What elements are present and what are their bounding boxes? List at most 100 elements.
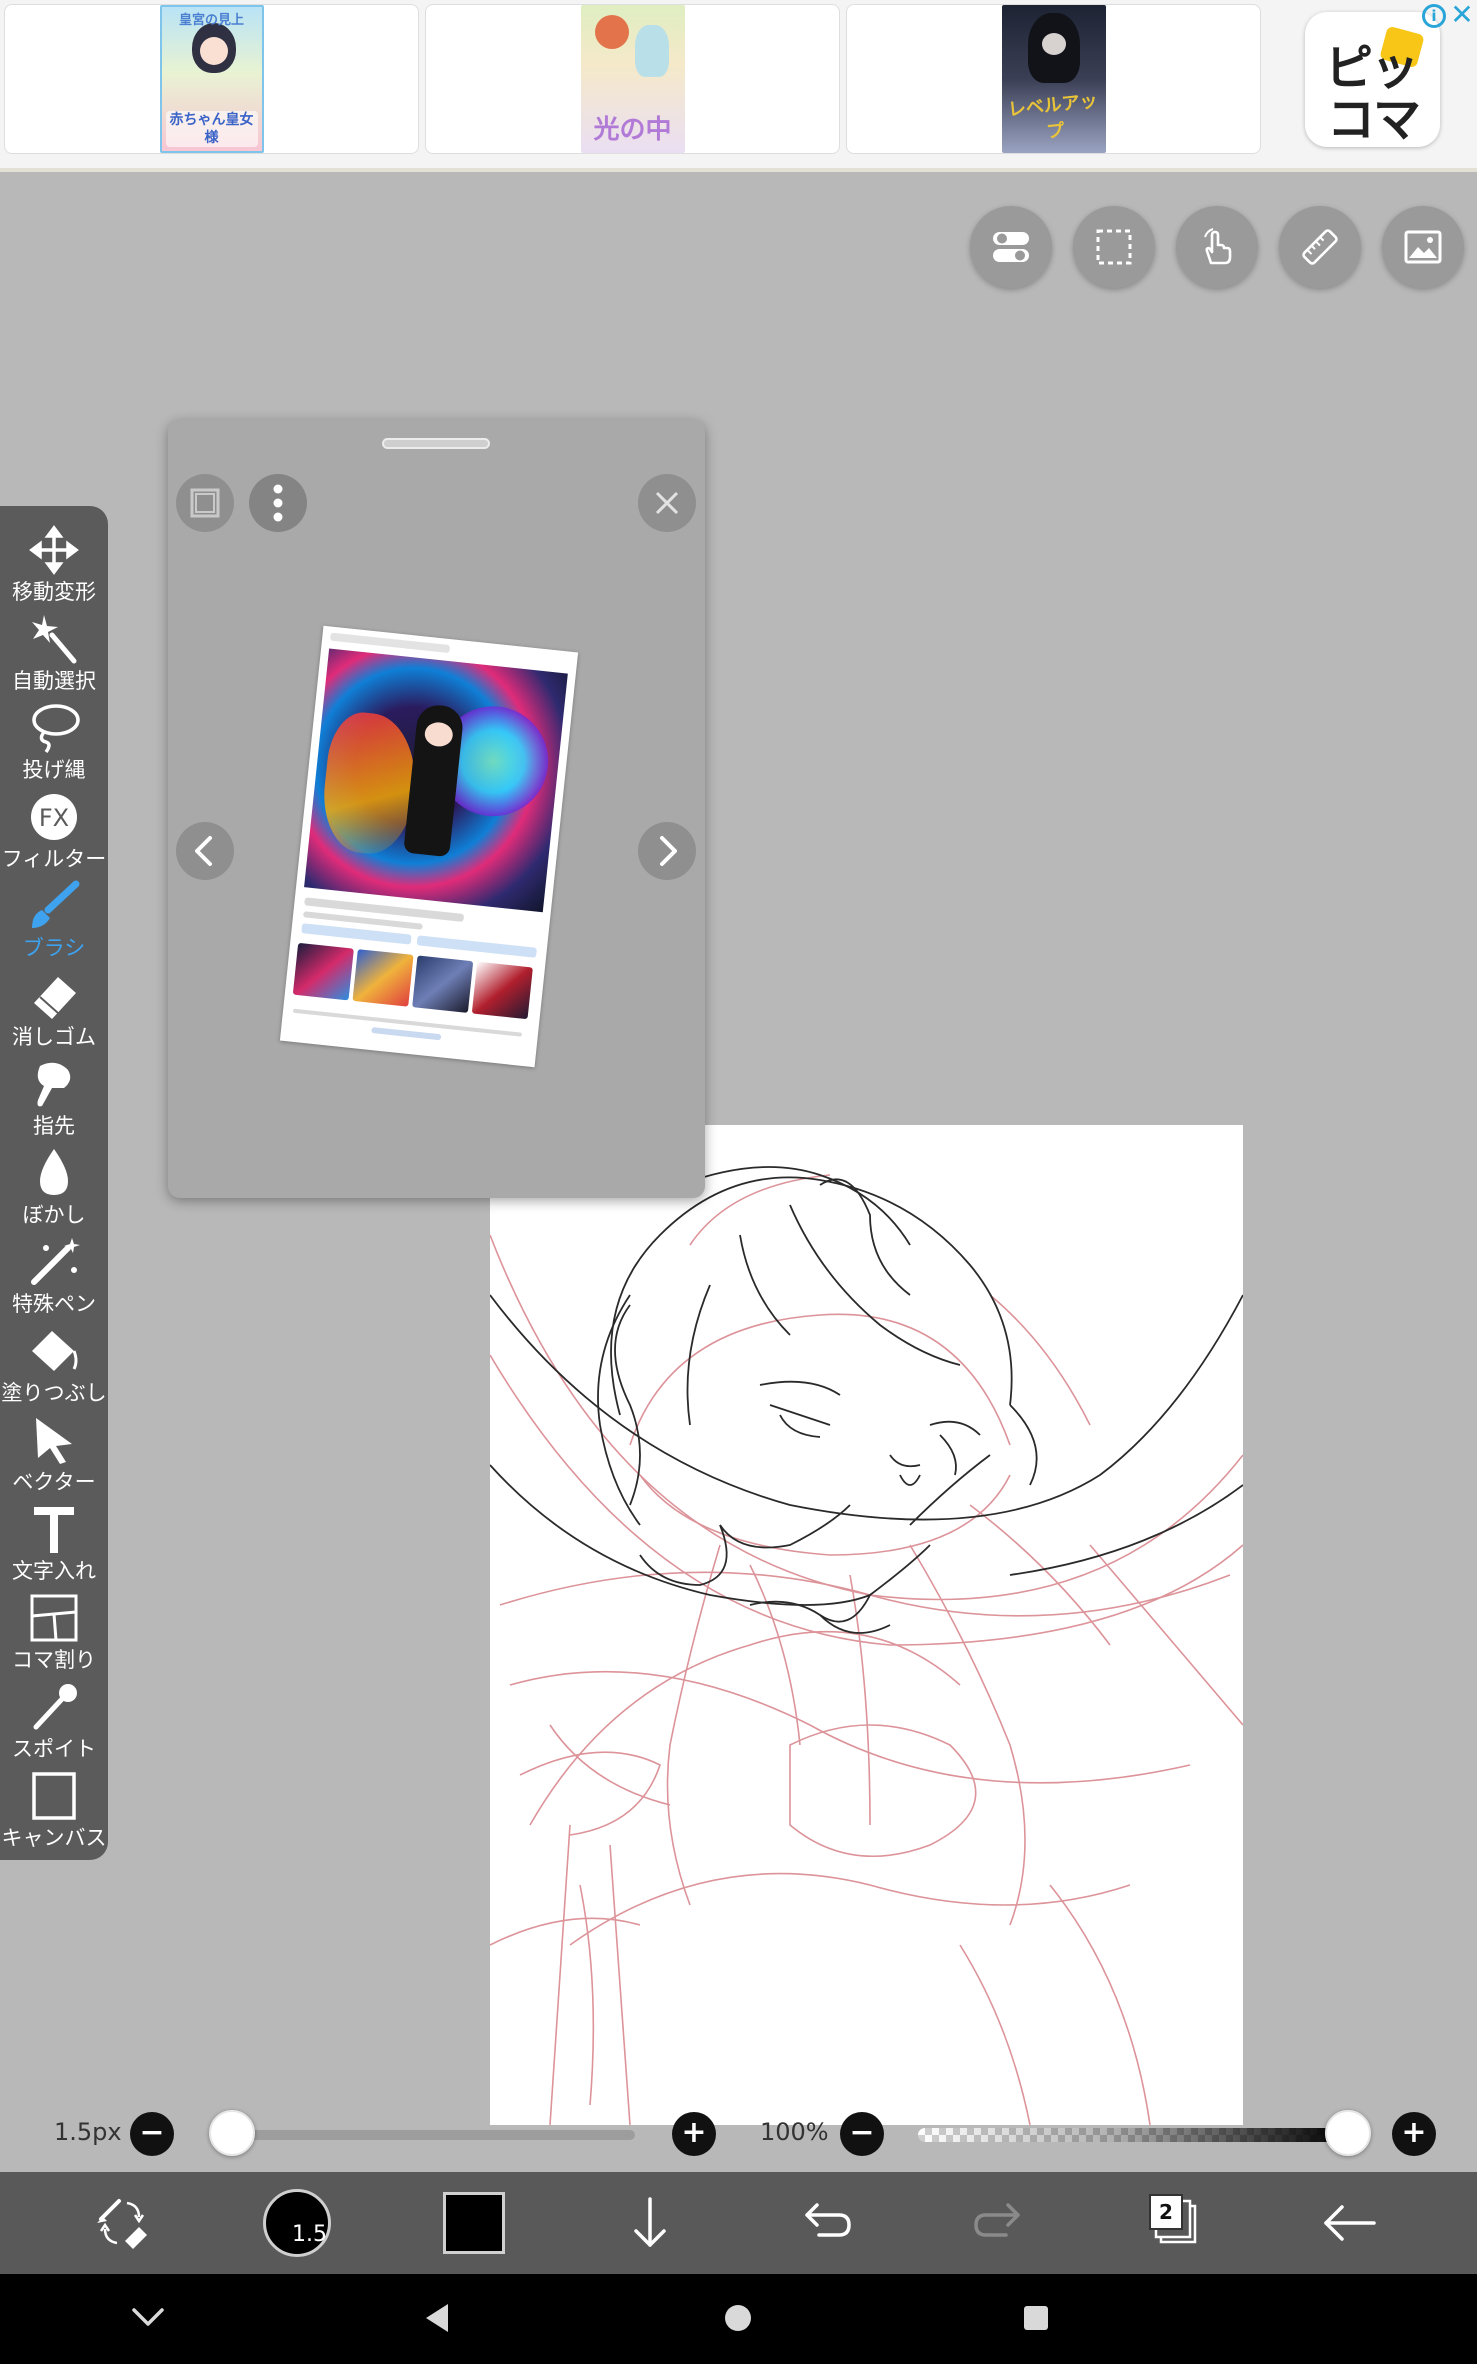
tool-auto-select[interactable]: 自動選択 xyxy=(0,609,108,697)
ref-thumbnail xyxy=(412,955,473,1013)
tool-label: 塗りつぶし xyxy=(0,1377,108,1407)
ad-logo-line2: コマ xyxy=(1327,80,1419,150)
tool-label: 指先 xyxy=(0,1110,108,1140)
opacity-label: 100% xyxy=(760,2118,829,2146)
tool-move-transform[interactable]: 移動変形 xyxy=(0,520,108,608)
more-vertical-icon xyxy=(249,474,307,532)
reference-close-button[interactable] xyxy=(638,474,696,532)
canvas-icon xyxy=(26,1770,82,1822)
tool-label: 移動変形 xyxy=(0,576,108,606)
tool-lasso[interactable]: 投げ縄 xyxy=(0,698,108,786)
text-icon xyxy=(26,1503,82,1555)
tool-vector[interactable]: ベクター xyxy=(0,1410,108,1498)
drag-handle[interactable] xyxy=(382,438,490,449)
window-mode-button[interactable] xyxy=(176,474,234,532)
undo-button[interactable] xyxy=(770,2172,880,2274)
nav-back-icon[interactable] xyxy=(418,2298,458,2338)
tool-text[interactable]: 文字入れ xyxy=(0,1499,108,1587)
tool-fill[interactable]: 塗りつぶし xyxy=(0,1321,108,1409)
redo-icon xyxy=(970,2193,1030,2253)
tool-filter[interactable]: FX フィルター xyxy=(0,787,108,875)
drawing-canvas[interactable] xyxy=(490,1125,1243,2125)
tool-blur[interactable]: ぼかし xyxy=(0,1143,108,1231)
ad-slot-1[interactable]: 皇宮の見上 赤ちゃん皇女様 xyxy=(4,4,419,154)
left-toolbar: 移動変形 自動選択 投げ縄 FX フィルター xyxy=(0,506,108,1860)
brush-size-slider-track[interactable] xyxy=(230,2130,635,2140)
brush-size-decrease-button[interactable]: − xyxy=(130,2112,174,2156)
tool-label: キャンバス xyxy=(0,1822,108,1852)
brush-size-preview-button[interactable]: 1.5 xyxy=(263,2189,331,2257)
tool-brush[interactable]: ブラシ xyxy=(0,876,108,964)
nav-recents-icon[interactable] xyxy=(1016,2298,1056,2338)
touch-gesture-button[interactable] xyxy=(1176,206,1258,288)
tool-label: フィルター xyxy=(0,843,108,873)
selection-button[interactable] xyxy=(1073,206,1155,288)
tool-eraser[interactable]: 消しゴム xyxy=(0,965,108,1053)
reference-artwork xyxy=(304,648,568,912)
reference-panel[interactable] xyxy=(168,420,705,1198)
opacity-slider-track[interactable] xyxy=(918,2128,1348,2142)
tool-label: 自動選択 xyxy=(0,665,108,695)
reference-image-button[interactable] xyxy=(1382,206,1464,288)
previous-reference-button[interactable] xyxy=(176,822,234,880)
reference-image[interactable] xyxy=(280,626,578,1067)
layers-button[interactable]: 2 xyxy=(1149,2194,1193,2238)
nav-home-icon[interactable] xyxy=(718,2298,758,2338)
tool-label: 文字入れ xyxy=(0,1555,108,1585)
ad-cover-1[interactable]: 皇宮の見上 赤ちゃん皇女様 xyxy=(160,5,264,153)
chevron-down-icon[interactable] xyxy=(128,2298,168,2338)
opacity-decrease-button[interactable]: − xyxy=(840,2112,884,2156)
back-button[interactable] xyxy=(1295,2172,1405,2274)
tool-special-pen[interactable]: 特殊ペン xyxy=(0,1232,108,1320)
blur-drop-icon xyxy=(26,1147,82,1199)
ruler-icon xyxy=(1300,227,1340,267)
layer-count-value: 2 xyxy=(1149,2194,1183,2230)
ad-banner[interactable]: 皇宮の見上 赤ちゃん皇女様 光の中 レベルアップ ピッ コマ i ✕ xyxy=(0,0,1477,172)
opacity-increase-button[interactable]: + xyxy=(1392,2112,1436,2156)
brush-size-slider-thumb[interactable] xyxy=(209,2110,255,2156)
cover-face xyxy=(1042,33,1066,55)
opacity-slider-thumb[interactable] xyxy=(1325,2110,1371,2156)
tool-label: ブラシ xyxy=(0,932,108,962)
fill-bucket-icon xyxy=(26,1325,82,1377)
ad-cover-1-title: 赤ちゃん皇女様 xyxy=(166,111,258,147)
image-reference-icon xyxy=(1403,227,1443,267)
bottom-toolbar: 1.5 2 xyxy=(0,2172,1477,2274)
tool-label: ベクター xyxy=(0,1466,108,1496)
tool-eyedropper[interactable]: スポイト xyxy=(0,1677,108,1765)
brush-size-increase-button[interactable]: + xyxy=(672,2112,716,2156)
ad-slot-2[interactable]: 光の中 xyxy=(425,4,840,154)
next-reference-button[interactable] xyxy=(638,822,696,880)
ad-cover-2[interactable]: 光の中 xyxy=(581,5,685,153)
merge-down-button[interactable] xyxy=(595,2172,705,2274)
tool-panel-split[interactable]: コマ割り xyxy=(0,1588,108,1676)
color-picker-button[interactable] xyxy=(443,2192,505,2254)
tool-finger[interactable]: 指先 xyxy=(0,1054,108,1142)
cover-face xyxy=(200,37,228,65)
ruler-button[interactable] xyxy=(1279,206,1361,288)
ad-cover-1-title-top: 皇宮の見上 xyxy=(166,9,258,28)
reference-menu-button[interactable] xyxy=(249,474,307,532)
swap-brush-eraser-button[interactable] xyxy=(68,2172,178,2274)
toggle-settings-button[interactable] xyxy=(970,206,1052,288)
ad-cover-3[interactable]: レベルアップ xyxy=(1002,5,1106,153)
ad-close-icon[interactable]: ✕ xyxy=(1447,0,1477,30)
brush-icon xyxy=(26,880,82,932)
ad-slot-3[interactable]: レベルアップ xyxy=(846,4,1261,154)
tool-label: スポイト xyxy=(0,1733,108,1763)
lasso-icon xyxy=(26,702,82,754)
tool-canvas[interactable]: キャンバス xyxy=(0,1766,108,1854)
ad-cover-2-title: 光の中 xyxy=(585,109,681,146)
ref-thumbnail xyxy=(472,962,533,1020)
move-transform-icon xyxy=(26,524,82,576)
ad-info-icon[interactable]: i xyxy=(1422,4,1446,28)
cover-character xyxy=(635,25,669,77)
fx-filter-icon: FX xyxy=(26,791,82,843)
brush-size-value: 1.5 xyxy=(292,2222,327,2247)
redo-button[interactable] xyxy=(945,2172,1055,2274)
ad-app-logo[interactable]: ピッ コマ xyxy=(1305,12,1440,147)
tool-label: ぼかし xyxy=(0,1199,108,1229)
chevron-left-icon xyxy=(176,822,234,880)
ref-thumbnail xyxy=(293,943,354,1001)
close-icon xyxy=(638,474,696,532)
